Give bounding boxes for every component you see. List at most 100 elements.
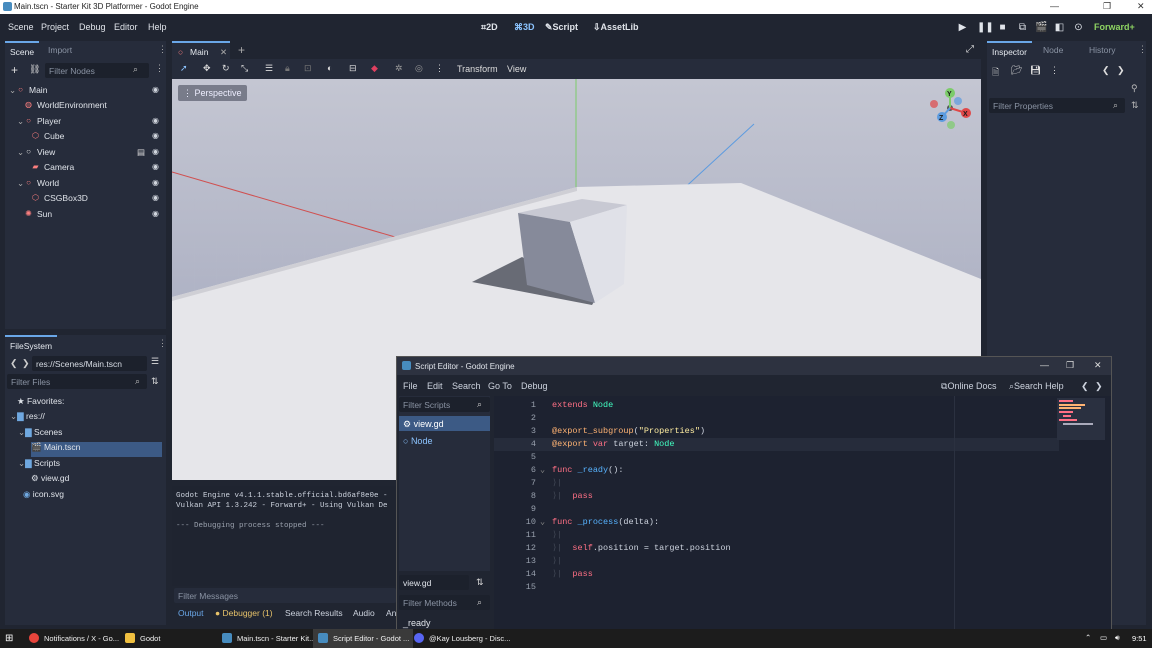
res-folder-row[interactable]: ⌄▇ res:// <box>10 411 45 426</box>
search-help-button[interactable]: ⌕Search Help <box>1009 381 1064 392</box>
tab-history[interactable]: History <box>1084 41 1120 59</box>
filter-properties-input[interactable]: Filter Properties <box>989 98 1125 113</box>
local-space-icon[interactable]: ◐ <box>327 63 332 73</box>
taskbar-item-main-tscn[interactable]: Main.tscn - Starter Kit... <box>217 629 319 648</box>
menu-project[interactable]: Project <box>41 22 69 32</box>
script-attached-icon[interactable]: ▤ <box>137 147 145 158</box>
tab-filesystem[interactable]: FileSystem <box>5 335 58 353</box>
forward-arrow-icon[interactable]: ❯ <box>22 358 30 369</box>
gizmo-neg-x[interactable] <box>930 100 938 108</box>
move-tool-icon[interactable]: ✥ <box>203 63 211 74</box>
clock-time[interactable]: 9:51 <box>1132 634 1147 643</box>
maximize-button[interactable]: ❐ <box>1103 1 1111 12</box>
minimize-button[interactable]: — <box>1040 360 1049 370</box>
dock-menu-icon[interactable]: ⋮ <box>158 338 167 349</box>
tray-arrow-icon[interactable]: ⌃ <box>1085 633 1091 642</box>
script-item-node-doc[interactable]: ○ Node <box>399 433 490 448</box>
camera-preview-icon[interactable]: ◆ <box>371 63 378 74</box>
renderer-selector[interactable]: Forward+ <box>1094 22 1135 32</box>
taskbar-item-script-editor[interactable]: Script Editor - Godot ... <box>313 629 414 648</box>
scene-node-view[interactable]: ⌄ ○ View ▤ ◉ <box>5 145 165 160</box>
taskbar-item-discord[interactable]: @Kay Lousberg - Disc... <box>409 629 514 648</box>
options-icon[interactable]: ⋮ <box>1050 65 1059 76</box>
script-menu-debug[interactable]: Debug <box>521 381 548 391</box>
stop-icon[interactable]: ■ <box>997 22 1008 33</box>
tab-search-results[interactable]: Search Results <box>285 608 343 618</box>
scene-node-player[interactable]: ⌄ ○ Player ◉ <box>5 114 165 129</box>
select-tool-icon[interactable]: ➚ <box>180 63 188 74</box>
menu-editor[interactable]: Editor <box>114 22 138 32</box>
workspace-script-button[interactable]: ✎Script <box>545 22 578 33</box>
visibility-eye-icon[interactable]: ◉ <box>152 162 159 171</box>
tab-audio[interactable]: Audio <box>353 608 375 618</box>
visibility-eye-icon[interactable]: ◉ <box>152 147 159 156</box>
play-custom-icon[interactable]: ◧ <box>1054 22 1065 33</box>
file-icon-svg[interactable]: ◉ icon.svg <box>23 489 64 504</box>
rotate-tool-icon[interactable]: ↻ <box>222 63 230 74</box>
scene-node-world[interactable]: ⌄ ○ World ◉ <box>5 176 165 191</box>
menu-help[interactable]: Help <box>148 22 167 32</box>
visibility-eye-icon[interactable]: ◉ <box>152 131 159 140</box>
tab-inspector[interactable]: Inspector <box>987 41 1032 59</box>
script-menu-search[interactable]: Search <box>452 381 481 391</box>
visibility-eye-icon[interactable]: ◉ <box>152 116 159 125</box>
visibility-eye-icon[interactable]: ◉ <box>152 193 159 202</box>
back-arrow-icon[interactable]: ❮ <box>1102 65 1110 76</box>
file-main-tscn[interactable]: 🎬 Main.tscn <box>31 442 162 457</box>
add-tab-icon[interactable]: + <box>238 43 245 57</box>
sort-icon[interactable]: ⇅ <box>476 577 484 588</box>
code-minimap[interactable] <box>1057 398 1105 440</box>
snap-icon[interactable]: ⊟ <box>349 63 357 74</box>
tab-animation[interactable]: An <box>386 608 396 618</box>
transform-menu[interactable]: Transform <box>457 64 498 74</box>
file-view-gd[interactable]: ⚙ view.gd <box>31 473 69 488</box>
visibility-eye-icon[interactable]: ◉ <box>152 209 159 218</box>
close-tab-icon[interactable]: ✕ <box>220 47 227 58</box>
distraction-free-icon[interactable]: ⤢ <box>966 44 974 55</box>
script-menu-file[interactable]: File <box>403 381 418 391</box>
menu-debug[interactable]: Debug <box>79 22 106 32</box>
open-folder-icon[interactable]: 📂︎ <box>1011 65 1022 76</box>
tab-import[interactable]: Import <box>43 41 77 59</box>
workspace-3d-button[interactable]: ⌘3D <box>514 22 535 33</box>
scene-node-camera[interactable]: ▰ Camera ◉ <box>5 160 165 175</box>
back-arrow-icon[interactable]: ❮ <box>10 358 18 369</box>
tab-output[interactable]: Output <box>178 608 204 618</box>
remote-debug-icon[interactable]: ⧉ <box>1017 22 1028 33</box>
scene-node-csgbox3d[interactable]: ⬡ CSGBox3D ◉ <box>5 191 165 206</box>
scene-node-sun[interactable]: ✺ Sun ◉ <box>5 207 165 222</box>
taskbar-item-chrome[interactable]: Notifications / X - Go... <box>24 629 123 648</box>
dock-menu-icon[interactable]: ⋮ <box>1138 44 1147 55</box>
new-resource-icon[interactable]: 🗎 <box>992 65 999 81</box>
pause-icon[interactable]: ❚❚ <box>977 22 994 33</box>
windows-start-icon[interactable]: ⊞ <box>5 633 13 644</box>
maximize-button[interactable]: ❐ <box>1066 360 1074 371</box>
taskbar-item-godot-folder[interactable]: Godot <box>120 629 164 648</box>
dock-menu-icon[interactable]: ⋮ <box>158 44 167 55</box>
minimize-button[interactable]: — <box>1050 1 1059 11</box>
sort-icon[interactable]: ⇅ <box>151 376 159 387</box>
menu-scene[interactable]: Scene <box>8 22 34 32</box>
online-docs-button[interactable]: ⧉Online Docs <box>941 381 996 392</box>
scene-node-main[interactable]: ⌄ ○ Main ◉ <box>5 83 165 98</box>
environment-preview-icon[interactable]: ◎ <box>415 63 423 74</box>
filter-files-input[interactable]: Filter Files <box>7 374 147 389</box>
movie-maker-icon[interactable]: ⊙ <box>1073 22 1084 33</box>
workspace-assetlib-button[interactable]: ⇩AssetLib <box>593 22 639 33</box>
view-menu[interactable]: View <box>507 64 526 74</box>
scene-options-icon[interactable]: ⋮ <box>155 63 164 74</box>
tab-main-scene[interactable]: ○ Main ✕ <box>172 41 230 59</box>
sun-preview-icon[interactable]: ✲ <box>395 63 403 74</box>
play-icon[interactable]: ▶ <box>957 22 968 33</box>
close-button[interactable]: ✕ <box>1094 360 1102 371</box>
scene-node-worldenvironment[interactable]: ◍ WorldEnvironment <box>5 98 165 113</box>
network-icon[interactable]: ▭ <box>1100 633 1107 642</box>
tab-node[interactable]: Node <box>1038 41 1068 59</box>
workspace-2d-button[interactable]: ⌗2D <box>481 22 498 33</box>
forward-arrow-icon[interactable]: ❯ <box>1117 65 1125 76</box>
visibility-eye-icon[interactable]: ◉ <box>152 178 159 187</box>
code-editor[interactable]: 1 extends Node 2 3 @export_subgroup("Prope… <box>494 396 1111 631</box>
perspective-menu-button[interactable]: ⋮ Perspective <box>178 85 247 101</box>
back-arrow-icon[interactable]: ❮ <box>1081 381 1089 392</box>
forward-arrow-icon[interactable]: ❯ <box>1095 381 1103 392</box>
